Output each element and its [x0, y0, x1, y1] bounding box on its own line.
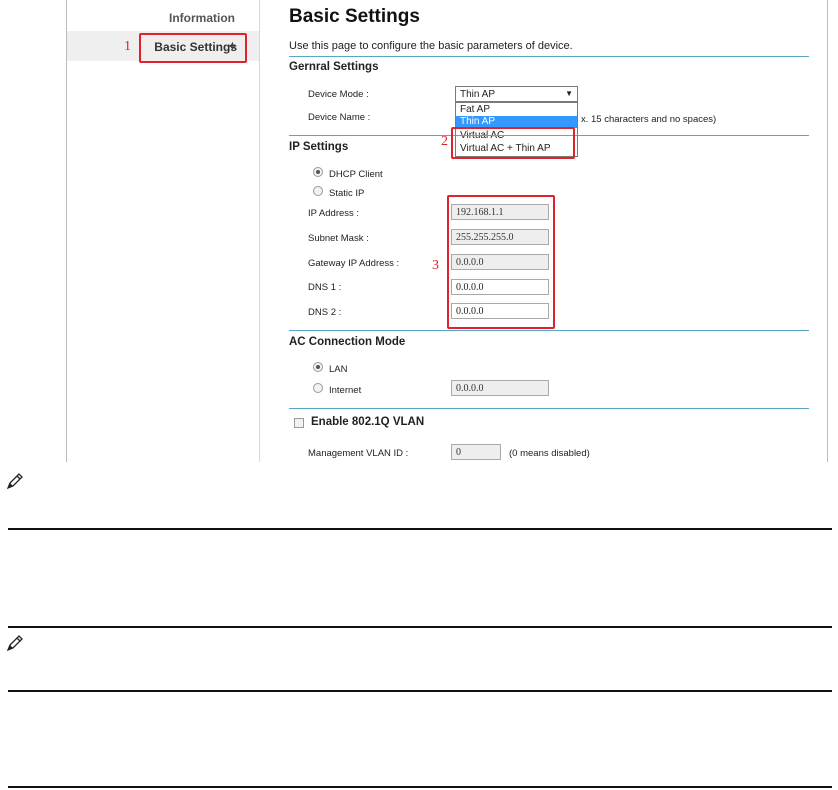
- device-mode-label: Device Mode :: [308, 89, 369, 100]
- sidebar-item-information[interactable]: Information: [169, 11, 235, 25]
- dhcp-client-radio[interactable]: [313, 167, 323, 177]
- device-mode-select[interactable]: Thin AP ▼: [455, 86, 578, 102]
- callout-box-1: [139, 33, 247, 63]
- internet-radio[interactable]: [313, 383, 323, 393]
- note-pencil-icon: [6, 635, 23, 652]
- subnet-mask-label: Subnet Mask :: [308, 233, 369, 244]
- dropdown-option-fat-ap[interactable]: Fat AP: [456, 104, 577, 116]
- dns2-label: DNS 2 :: [308, 307, 342, 318]
- sidebar-item-label: Information: [169, 11, 235, 25]
- callout-box-2: [451, 127, 575, 159]
- ip-address-label: IP Address :: [308, 208, 360, 219]
- section-divider: [289, 408, 809, 409]
- note-divider: [8, 786, 832, 788]
- device-name-hint: x. 15 characters and no spaces): [581, 114, 717, 125]
- callout-number-1: 1: [124, 39, 131, 54]
- dropdown-arrow-icon: ▼: [565, 89, 573, 98]
- dhcp-client-label: DHCP Client: [329, 169, 383, 180]
- internet-label: Internet: [329, 385, 362, 396]
- note-pencil-icon: [6, 473, 23, 490]
- callout-number-2: 2: [441, 134, 448, 149]
- section-heading-vlan: Enable 802.1Q VLAN: [311, 416, 425, 428]
- section-heading-ac: AC Connection Mode: [289, 336, 406, 348]
- mgmt-vlan-hint: (0 means disabled): [509, 448, 590, 459]
- page-description: Use this page to configure the basic par…: [289, 40, 573, 52]
- mgmt-vlan-label: Management VLAN ID :: [308, 448, 409, 459]
- section-heading-general: Gernral Settings: [289, 61, 379, 73]
- device-name-label: Device Name :: [308, 112, 371, 123]
- static-ip-label: Static IP: [329, 188, 365, 199]
- section-divider: [289, 56, 809, 57]
- note-divider: [8, 626, 832, 628]
- callout-box-3: [447, 195, 555, 329]
- note-divider: [8, 528, 832, 530]
- callout-number-3: 3: [432, 258, 439, 273]
- dns1-label: DNS 1 :: [308, 282, 342, 293]
- mgmt-vlan-field[interactable]: 0: [451, 444, 501, 460]
- sidebar: Information Basic Settings ✧: [67, 0, 260, 462]
- page-title: Basic Settings: [289, 6, 420, 27]
- section-heading-ip: IP Settings: [289, 141, 349, 153]
- device-mode-selected: Thin AP: [460, 89, 496, 100]
- lan-label: LAN: [329, 364, 348, 375]
- gateway-label: Gateway IP Address :: [308, 258, 400, 269]
- enable-vlan-checkbox[interactable]: [294, 418, 304, 428]
- note-divider: [8, 690, 832, 692]
- section-divider: [289, 330, 809, 331]
- static-ip-radio[interactable]: [313, 186, 323, 196]
- internet-field[interactable]: 0.0.0.0: [451, 380, 549, 396]
- lan-radio[interactable]: [313, 362, 323, 372]
